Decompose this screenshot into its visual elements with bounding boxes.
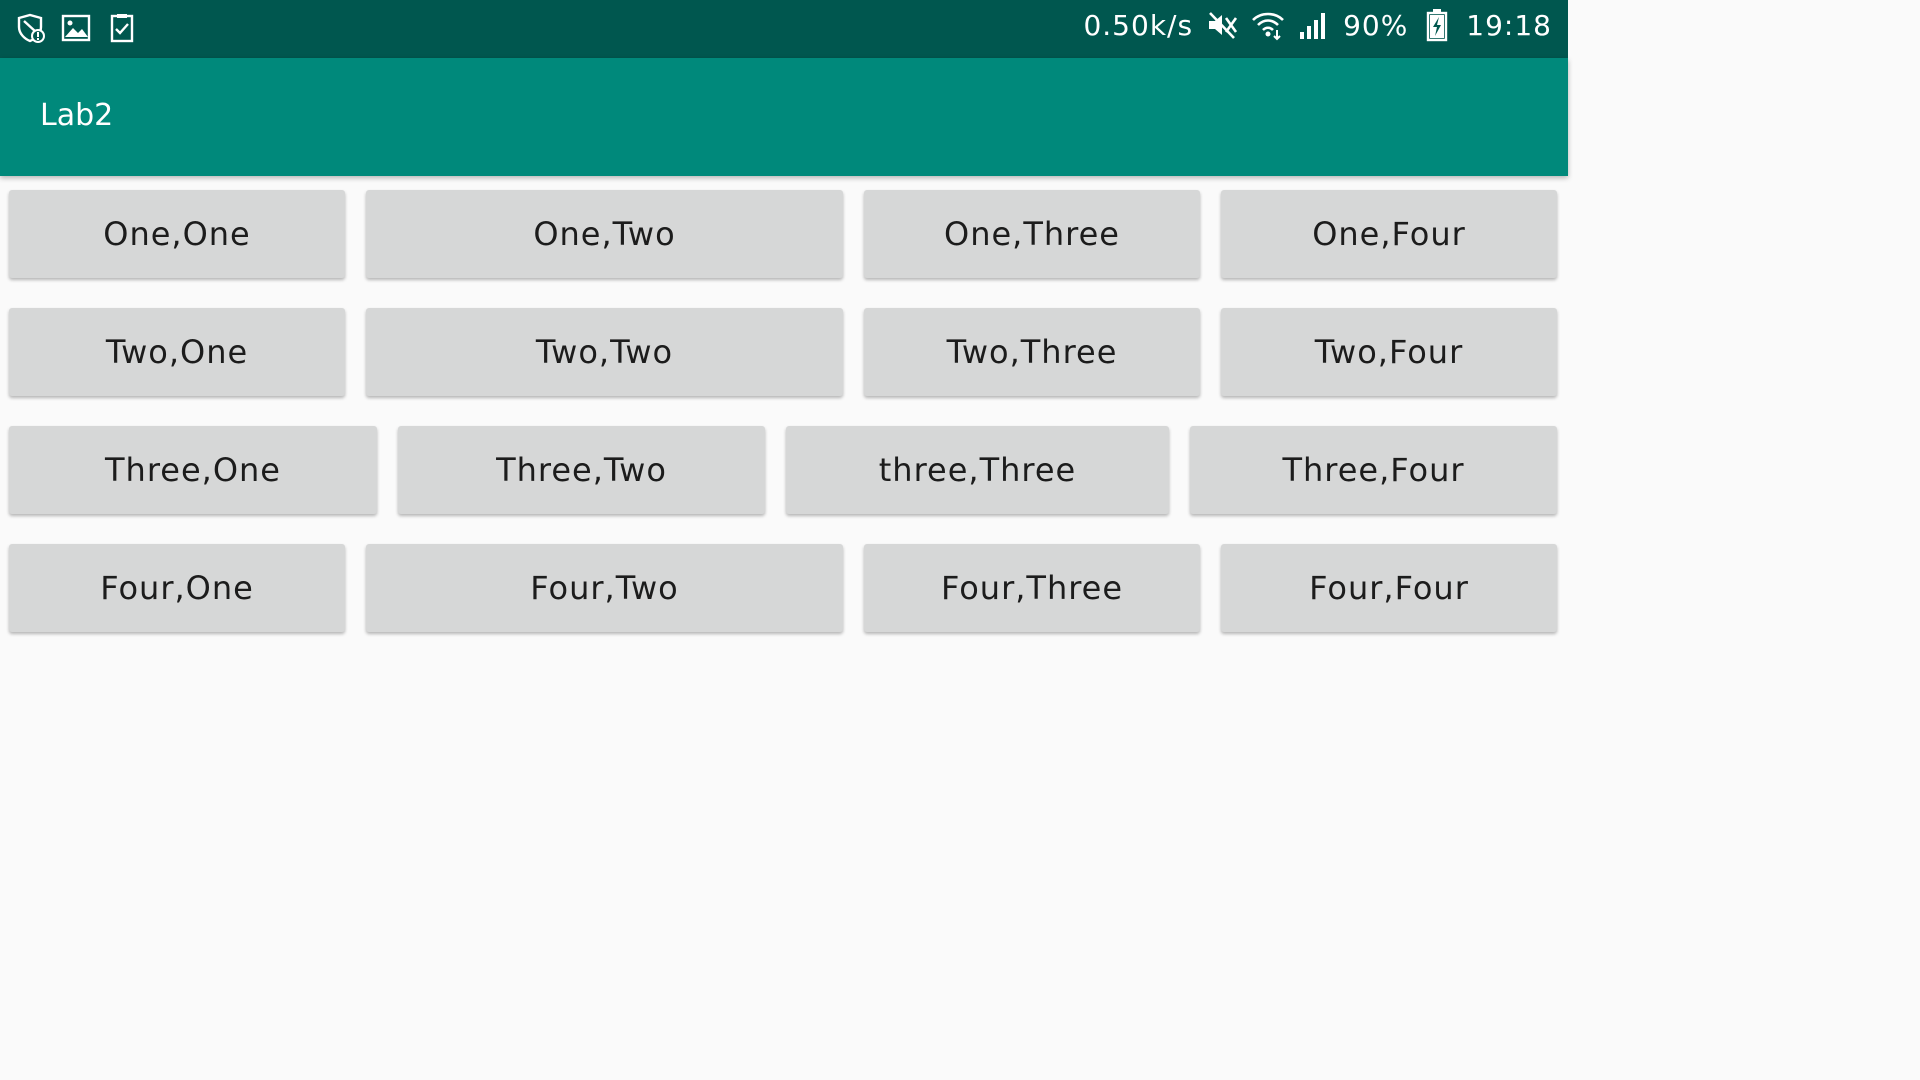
- battery-charging-icon: [1420, 8, 1454, 42]
- button-three-two[interactable]: Three,Two: [398, 426, 765, 514]
- button-one-one[interactable]: One,One: [9, 190, 345, 278]
- button-two-one[interactable]: Two,One: [9, 308, 345, 396]
- app-bar: Lab2: [0, 58, 1568, 176]
- battery-percent: 90%: [1343, 8, 1409, 42]
- button-two-two[interactable]: Two,Two: [366, 308, 843, 396]
- button-three-three[interactable]: three,Three: [786, 426, 1169, 514]
- button-four-three[interactable]: Four,Three: [864, 544, 1200, 632]
- button-one-four[interactable]: One,Four: [1221, 190, 1557, 278]
- status-right: 0.50k/s 90% 19:18: [1083, 8, 1552, 42]
- button-three-four[interactable]: Three,Four: [1190, 426, 1557, 514]
- button-one-three[interactable]: One,Three: [864, 190, 1200, 278]
- button-four-four[interactable]: Four,Four: [1221, 544, 1557, 632]
- status-left-icons: [14, 12, 138, 44]
- image-icon: [60, 12, 92, 44]
- network-speed: 0.50k/s: [1083, 8, 1194, 42]
- wifi-icon: [1251, 8, 1285, 42]
- button-two-four[interactable]: Two,Four: [1221, 308, 1557, 396]
- signal-icon: [1297, 8, 1331, 42]
- button-four-one[interactable]: Four,One: [9, 544, 345, 632]
- button-two-three[interactable]: Two,Three: [864, 308, 1200, 396]
- button-one-two[interactable]: One,Two: [366, 190, 843, 278]
- shield-alert-icon: [14, 12, 46, 44]
- clock: 19:18: [1466, 8, 1552, 42]
- checkbox-icon: [106, 12, 138, 44]
- button-four-two[interactable]: Four,Two: [366, 544, 843, 632]
- status-bar: 0.50k/s 90% 19:18: [0, 0, 1568, 58]
- mute-icon: [1205, 8, 1239, 42]
- app-title: Lab2: [40, 98, 114, 133]
- button-three-one[interactable]: Three,One: [9, 426, 377, 514]
